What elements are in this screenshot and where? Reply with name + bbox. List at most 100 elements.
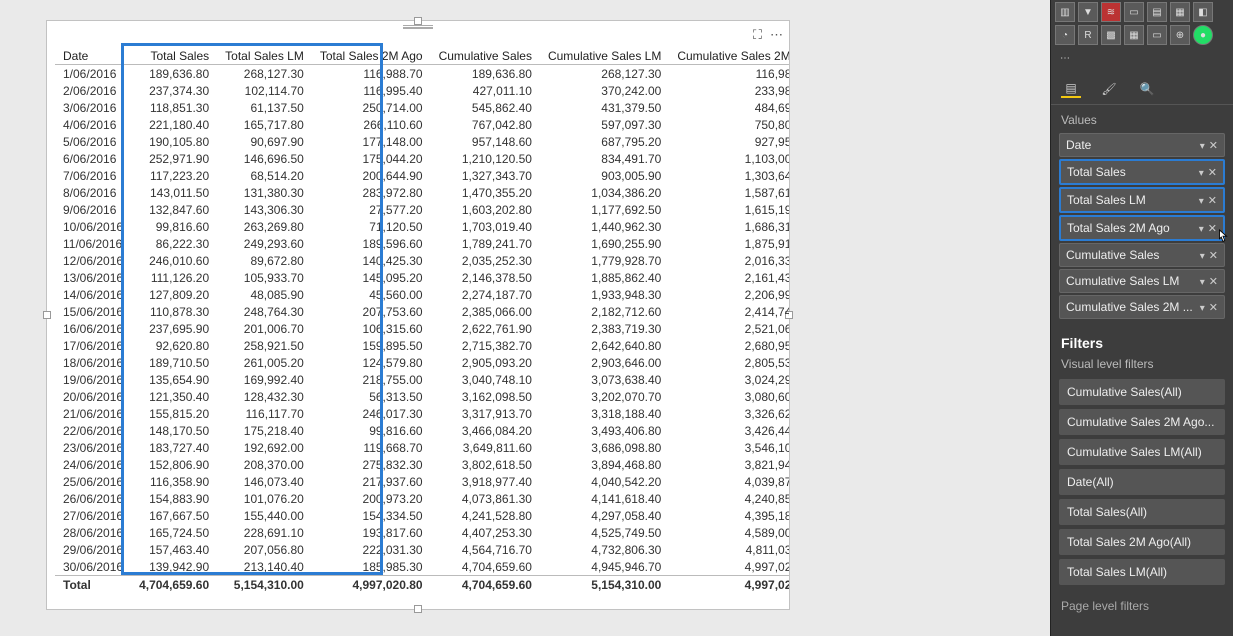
- table-row[interactable]: 1/06/2016189,636.80268,127.30116,988.701…: [55, 65, 789, 83]
- table-row[interactable]: 21/06/2016155,815.20116,117.70246,017.30…: [55, 405, 789, 422]
- table-row[interactable]: 30/06/2016139,942.90213,140.40185,985.30…: [55, 558, 789, 576]
- col-header[interactable]: Cumulative Sales: [431, 47, 540, 65]
- table-row[interactable]: 26/06/2016154,883.90101,076.20200,973.20…: [55, 490, 789, 507]
- filter-card[interactable]: Cumulative Sales LM(All): [1059, 439, 1225, 465]
- report-canvas[interactable]: ⛶ ⋯ DateTotal SalesTotal Sales LMTotal S…: [0, 0, 1050, 636]
- field-well[interactable]: Cumulative Sales▾✕: [1059, 243, 1225, 267]
- col-header[interactable]: Cumulative Sales LM: [540, 47, 669, 65]
- resize-handle-left[interactable]: [43, 311, 51, 319]
- resize-handle-top[interactable]: [414, 17, 422, 25]
- table-row[interactable]: 12/06/2016246,010.6089,672.80140,425.302…: [55, 252, 789, 269]
- table-cell: 207,056.80: [217, 541, 312, 558]
- filter-card[interactable]: Total Sales LM(All): [1059, 559, 1225, 585]
- viz-card-icon[interactable]: ▭: [1124, 2, 1144, 22]
- more-options-icon[interactable]: ⋯: [770, 27, 783, 43]
- table-row[interactable]: 8/06/2016143,011.50131,380.30283,972.801…: [55, 184, 789, 201]
- table-row[interactable]: 28/06/2016165,724.50228,691.10193,817.60…: [55, 524, 789, 541]
- col-header[interactable]: Total Sales LM: [217, 47, 312, 65]
- viz-gallery[interactable]: ▥ ▼ ≋ ▭ ▤ ▦ ◧ ◔ R ▩ ▦ ▭ ⊕ ● ⋯: [1051, 0, 1233, 68]
- remove-field-icon[interactable]: ✕: [1209, 250, 1218, 262]
- table-row[interactable]: 4/06/2016221,180.40165,717.80266,110.607…: [55, 116, 789, 133]
- drag-handle[interactable]: [403, 25, 433, 29]
- table-cell: 2,715,382.70: [431, 337, 540, 354]
- remove-field-icon[interactable]: ✕: [1208, 223, 1217, 235]
- field-well[interactable]: Total Sales 2M Ago▾✕: [1059, 215, 1225, 241]
- table-row[interactable]: 18/06/2016189,710.50261,005.20124,579.80…: [55, 354, 789, 371]
- chevron-down-icon[interactable]: ▾: [1200, 303, 1205, 314]
- chevron-down-icon[interactable]: ▾: [1200, 141, 1205, 152]
- viz-matrix-icon[interactable]: ▩: [1101, 25, 1121, 45]
- format-tab-icon[interactable]: 🖌: [1099, 80, 1119, 98]
- resize-handle-bottom[interactable]: [414, 605, 422, 613]
- col-header[interactable]: Total Sales: [131, 47, 217, 65]
- table-cell: 263,269.80: [217, 218, 312, 235]
- table-row[interactable]: 16/06/2016237,695.90201,006.70106,315.60…: [55, 320, 789, 337]
- table-scroll[interactable]: DateTotal SalesTotal Sales LMTotal Sales…: [55, 47, 789, 601]
- table-cell: 9/06/2016: [55, 201, 131, 218]
- table-row[interactable]: 11/06/201686,222.30249,293.60189,596.601…: [55, 235, 789, 252]
- viz-multirow-icon[interactable]: ▤: [1147, 2, 1167, 22]
- remove-field-icon[interactable]: ✕: [1209, 276, 1218, 288]
- viz-stacked-bar-icon[interactable]: ▥: [1055, 2, 1075, 22]
- filter-card[interactable]: Total Sales 2M Ago(All): [1059, 529, 1225, 555]
- viz-table-icon[interactable]: ▦: [1170, 2, 1190, 22]
- viz-ribbon-icon[interactable]: ≋: [1101, 2, 1121, 22]
- viz-r-icon[interactable]: R: [1078, 25, 1098, 45]
- col-header[interactable]: Total Sales 2M Ago: [312, 47, 431, 65]
- table-row[interactable]: 29/06/2016157,463.40207,056.80222,031.30…: [55, 541, 789, 558]
- viz-slicer-icon[interactable]: ▭: [1147, 25, 1167, 45]
- table-row[interactable]: 9/06/2016132,847.60143,306.3027,577.201,…: [55, 201, 789, 218]
- chevron-down-icon[interactable]: ▾: [1200, 251, 1205, 262]
- table-row[interactable]: 22/06/2016148,170.50175,218.4099,816.603…: [55, 422, 789, 439]
- chevron-down-icon[interactable]: ▾: [1199, 224, 1204, 235]
- table-row[interactable]: Total4,704,659.605,154,310.004,997,020.8…: [55, 576, 789, 594]
- table-row[interactable]: 10/06/201699,816.60263,269.8071,120.501,…: [55, 218, 789, 235]
- table-row[interactable]: 24/06/2016152,806.90208,370.00275,832.30…: [55, 456, 789, 473]
- table-cell: 131,380.30: [217, 184, 312, 201]
- chevron-down-icon[interactable]: ▾: [1199, 168, 1204, 179]
- viz-kpi-icon[interactable]: ◧: [1193, 2, 1213, 22]
- table-row[interactable]: 25/06/2016116,358.90146,073.40217,937.60…: [55, 473, 789, 490]
- table-row[interactable]: 23/06/2016183,727.40192,692.00119,668.70…: [55, 439, 789, 456]
- viz-globe-icon[interactable]: ●: [1193, 25, 1213, 45]
- col-header[interactable]: Date: [55, 47, 131, 65]
- remove-field-icon[interactable]: ✕: [1209, 140, 1218, 152]
- viz-import-icon[interactable]: ⋯: [1055, 48, 1075, 68]
- col-header[interactable]: Cumulative Sales 2M Ago: [669, 47, 789, 65]
- visualizations-pane[interactable]: ▥ ▼ ≋ ▭ ▤ ▦ ◧ ◔ R ▩ ▦ ▭ ⊕ ● ⋯ ▤ 🖌 🔍 Valu…: [1050, 0, 1233, 636]
- field-well[interactable]: Total Sales▾✕: [1059, 159, 1225, 185]
- fields-tab-icon[interactable]: ▤: [1061, 80, 1081, 98]
- filter-card[interactable]: Cumulative Sales(All): [1059, 379, 1225, 405]
- filter-card[interactable]: Total Sales(All): [1059, 499, 1225, 525]
- table-row[interactable]: 13/06/2016111,126.20105,933.70145,095.20…: [55, 269, 789, 286]
- viz-funnel-icon[interactable]: ▼: [1078, 2, 1098, 22]
- filter-card[interactable]: Cumulative Sales 2M Ago...: [1059, 409, 1225, 435]
- analytics-tab-icon[interactable]: 🔍: [1137, 80, 1157, 98]
- chevron-down-icon[interactable]: ▾: [1200, 277, 1205, 288]
- table-row[interactable]: 15/06/2016110,878.30248,764.30207,753.60…: [55, 303, 789, 320]
- filter-card[interactable]: Date(All): [1059, 469, 1225, 495]
- field-well[interactable]: Cumulative Sales LM▾✕: [1059, 269, 1225, 293]
- remove-field-icon[interactable]: ✕: [1208, 195, 1217, 207]
- focus-mode-icon[interactable]: ⛶: [753, 27, 762, 43]
- table-row[interactable]: 2/06/2016237,374.30102,114.70116,995.404…: [55, 82, 789, 99]
- viz-table2-icon[interactable]: ▦: [1124, 25, 1144, 45]
- field-well[interactable]: Date▾✕: [1059, 133, 1225, 157]
- table-row[interactable]: 5/06/2016190,105.8090,697.90177,148.0095…: [55, 133, 789, 150]
- chevron-down-icon[interactable]: ▾: [1199, 196, 1204, 207]
- table-visual[interactable]: ⛶ ⋯ DateTotal SalesTotal Sales LMTotal S…: [46, 20, 790, 610]
- table-row[interactable]: 14/06/2016127,809.2048,085.9045,560.002,…: [55, 286, 789, 303]
- remove-field-icon[interactable]: ✕: [1209, 302, 1218, 314]
- field-well[interactable]: Total Sales LM▾✕: [1059, 187, 1225, 213]
- table-row[interactable]: 17/06/201692,620.80258,921.50159,895.502…: [55, 337, 789, 354]
- table-row[interactable]: 20/06/2016121,350.40128,432.3056,313.503…: [55, 388, 789, 405]
- table-row[interactable]: 6/06/2016252,971.90146,696.50175,044.201…: [55, 150, 789, 167]
- table-row[interactable]: 7/06/2016117,223.2068,514.20200,644.901,…: [55, 167, 789, 184]
- field-well[interactable]: Cumulative Sales 2M ...▾✕: [1059, 295, 1225, 319]
- viz-arcgis-icon[interactable]: ⊕: [1170, 25, 1190, 45]
- viz-gauge-icon[interactable]: ◔: [1055, 25, 1075, 45]
- table-row[interactable]: 27/06/2016167,667.50155,440.00154,334.50…: [55, 507, 789, 524]
- table-row[interactable]: 3/06/2016118,851.3061,137.50250,714.0054…: [55, 99, 789, 116]
- table-row[interactable]: 19/06/2016135,654.90169,992.40218,755.00…: [55, 371, 789, 388]
- remove-field-icon[interactable]: ✕: [1208, 167, 1217, 179]
